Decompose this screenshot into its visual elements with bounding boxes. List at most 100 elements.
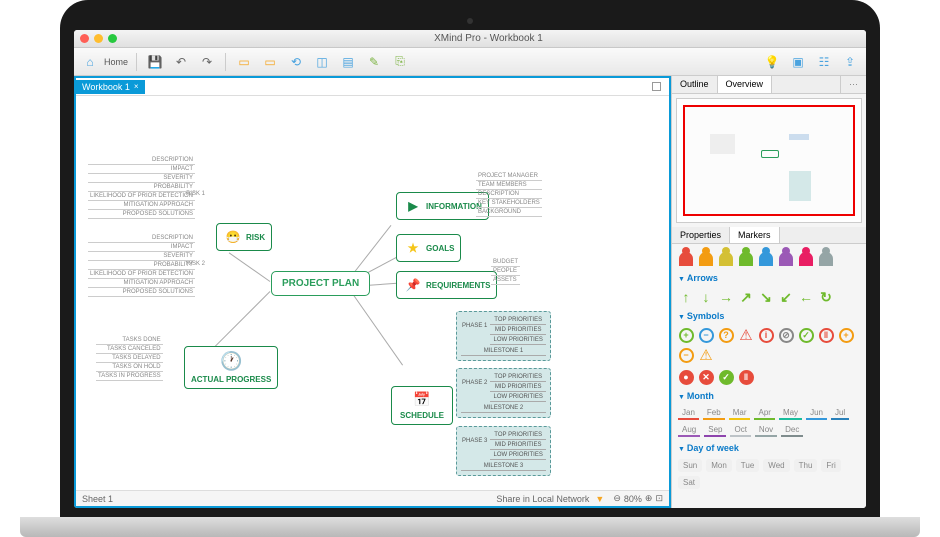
tab-properties[interactable]: Properties [672,227,730,243]
tab-outline[interactable]: Outline [672,76,718,93]
home-button[interactable]: ⌂ [80,52,100,72]
day-tue[interactable]: Tue [736,459,760,472]
symbol-minus[interactable]: − [698,327,714,343]
day-sat[interactable]: Sat [678,476,700,489]
day-thu[interactable]: Thu [794,459,818,472]
topic-risk[interactable]: 😷RISK [216,223,272,251]
tab-overview[interactable]: Overview [718,76,773,93]
symbol-plus2[interactable]: + [838,327,854,343]
arrow-upright-icon[interactable]: ↗ [738,289,754,305]
symbol-check[interactable]: ✓ [798,327,814,343]
arrow-left-icon[interactable]: ← [798,289,814,305]
topic-button[interactable]: ▭ [234,52,254,72]
symbol-alert[interactable]: ⚠ [698,347,714,363]
group-dow[interactable]: Day of week [676,440,862,456]
month-dec[interactable]: Dec [781,424,803,437]
marker-person-red[interactable] [678,251,694,267]
mindmap-canvas[interactable]: PROJECT PLAN ▶INFORMATION PROJECT MANAGE… [76,96,669,490]
boundary-button[interactable]: ◫ [312,52,332,72]
sheet-name[interactable]: Sheet 1 [82,494,113,504]
minimize-window-button[interactable] [94,34,103,43]
fit-button[interactable]: ⊡ [655,493,663,504]
month-oct[interactable]: Oct [730,424,750,437]
note-button[interactable]: ✎ [364,52,384,72]
month-nov[interactable]: Nov [755,424,777,437]
arrow-down-icon[interactable]: ↓ [698,289,714,305]
redo-button[interactable]: ↷ [197,52,217,72]
leaf-tasks-delayed[interactable]: TASKS DELAYED [96,354,163,363]
leaf-tasks-hold[interactable]: TASKS ON HOLD [96,363,163,372]
share-label[interactable]: Share in Local Network [496,494,589,504]
symbol-minus2[interactable]: − [678,347,694,363]
leaf-description[interactable]: DESCRIPTION [476,190,542,199]
arrow-downleft-icon[interactable]: ↙ [778,289,794,305]
leaf-background[interactable]: BACKGROUND [476,208,542,217]
symbol-plus[interactable]: + [678,327,694,343]
topic-goals[interactable]: ★GOALS [396,234,461,262]
symbol-stop[interactable]: ● [678,369,694,385]
month-mar[interactable]: Mar [729,407,751,420]
group-symbols[interactable]: Symbols [676,308,862,324]
panel-menu-icon[interactable]: ⋯ [841,76,866,93]
marker-person-purple[interactable] [778,251,794,267]
gantt-button[interactable]: ☷ [814,52,834,72]
undo-button[interactable]: ↶ [171,52,191,72]
leaf-project-manager[interactable]: PROJECT MANAGER [476,172,542,181]
month-aug[interactable]: Aug [678,424,700,437]
zoom-out-button[interactable]: ⊖ [613,493,621,504]
leaf-team-members[interactable]: TEAM MEMBERS [476,181,542,190]
symbol-info[interactable]: i [758,327,774,343]
day-mon[interactable]: Mon [706,459,732,472]
symbol-question[interactable]: ? [718,327,734,343]
zoom-window-button[interactable] [108,34,117,43]
marker-person-green[interactable] [738,251,754,267]
day-wed[interactable]: Wed [763,459,789,472]
group-arrows[interactable]: Arrows [676,270,862,286]
month-jul[interactable]: Jul [831,407,849,420]
month-may[interactable]: May [779,407,802,420]
arrow-up-icon[interactable]: ↑ [678,289,694,305]
marker-person-blue[interactable] [758,251,774,267]
phase-2[interactable]: PHASE 2TOP PRIORITIESMID PRIORITIESLOW P… [456,368,551,418]
save-button[interactable]: 💾 [145,52,165,72]
present-button[interactable]: ▣ [788,52,808,72]
topic-schedule[interactable]: 📅SCHEDULE [391,386,453,425]
month-feb[interactable]: Feb [703,407,725,420]
leaf-people[interactable]: PEOPLE [491,267,520,276]
symbol-pause[interactable]: ‖ [818,327,834,343]
symbol-done[interactable]: ✓ [718,369,734,385]
arrow-right-icon[interactable]: → [718,289,734,305]
group-month[interactable]: Month [676,388,862,404]
leaf-budget[interactable]: BUDGET [491,258,520,267]
summary-button[interactable]: ▤ [338,52,358,72]
share-button[interactable]: ⇪ [840,52,860,72]
marker-person-yellow[interactable] [718,251,734,267]
phase-3[interactable]: PHASE 3TOP PRIORITIESMID PRIORITIESLOW P… [456,426,551,476]
leaf-stakeholders[interactable]: KEY STAKEHOLDERS [476,199,542,208]
workbook-tab[interactable]: Workbook 1 × [76,80,145,94]
month-sep[interactable]: Sep [704,424,726,437]
marker-person-orange[interactable] [698,251,714,267]
symbol-noentry[interactable]: ⊘ [778,327,794,343]
leaf-assets[interactable]: ASSETS [491,276,520,285]
relationship-button[interactable]: ⟲ [286,52,306,72]
month-jun[interactable]: Jun [806,407,827,420]
overview-viewport[interactable] [683,105,855,216]
symbol-warning[interactable]: ⚠ [738,327,754,343]
topic-progress[interactable]: 🕐ACTUAL PROGRESS [184,346,278,389]
symbol-x[interactable]: ✕ [698,369,714,385]
day-sun[interactable]: Sun [678,459,702,472]
arrow-refresh-icon[interactable]: ↻ [818,289,834,305]
attach-button[interactable]: ⎘ [390,52,410,72]
tab-overflow-button[interactable] [652,82,661,91]
close-tab-icon[interactable]: × [134,82,139,91]
arrow-downright-icon[interactable]: ↘ [758,289,774,305]
leaf-tasks-inprogress[interactable]: TASKS IN PROGRESS [96,372,163,381]
filter-icon[interactable]: ▼ [595,494,604,504]
topic-information[interactable]: ▶INFORMATION [396,192,489,220]
central-topic[interactable]: PROJECT PLAN [271,271,370,296]
leaf-tasks-done[interactable]: TASKS DONE [96,336,163,345]
close-window-button[interactable] [80,34,89,43]
phase-1[interactable]: PHASE 1TOP PRIORITIESMID PRIORITIESLOW P… [456,311,551,361]
marker-person-gray[interactable] [818,251,834,267]
